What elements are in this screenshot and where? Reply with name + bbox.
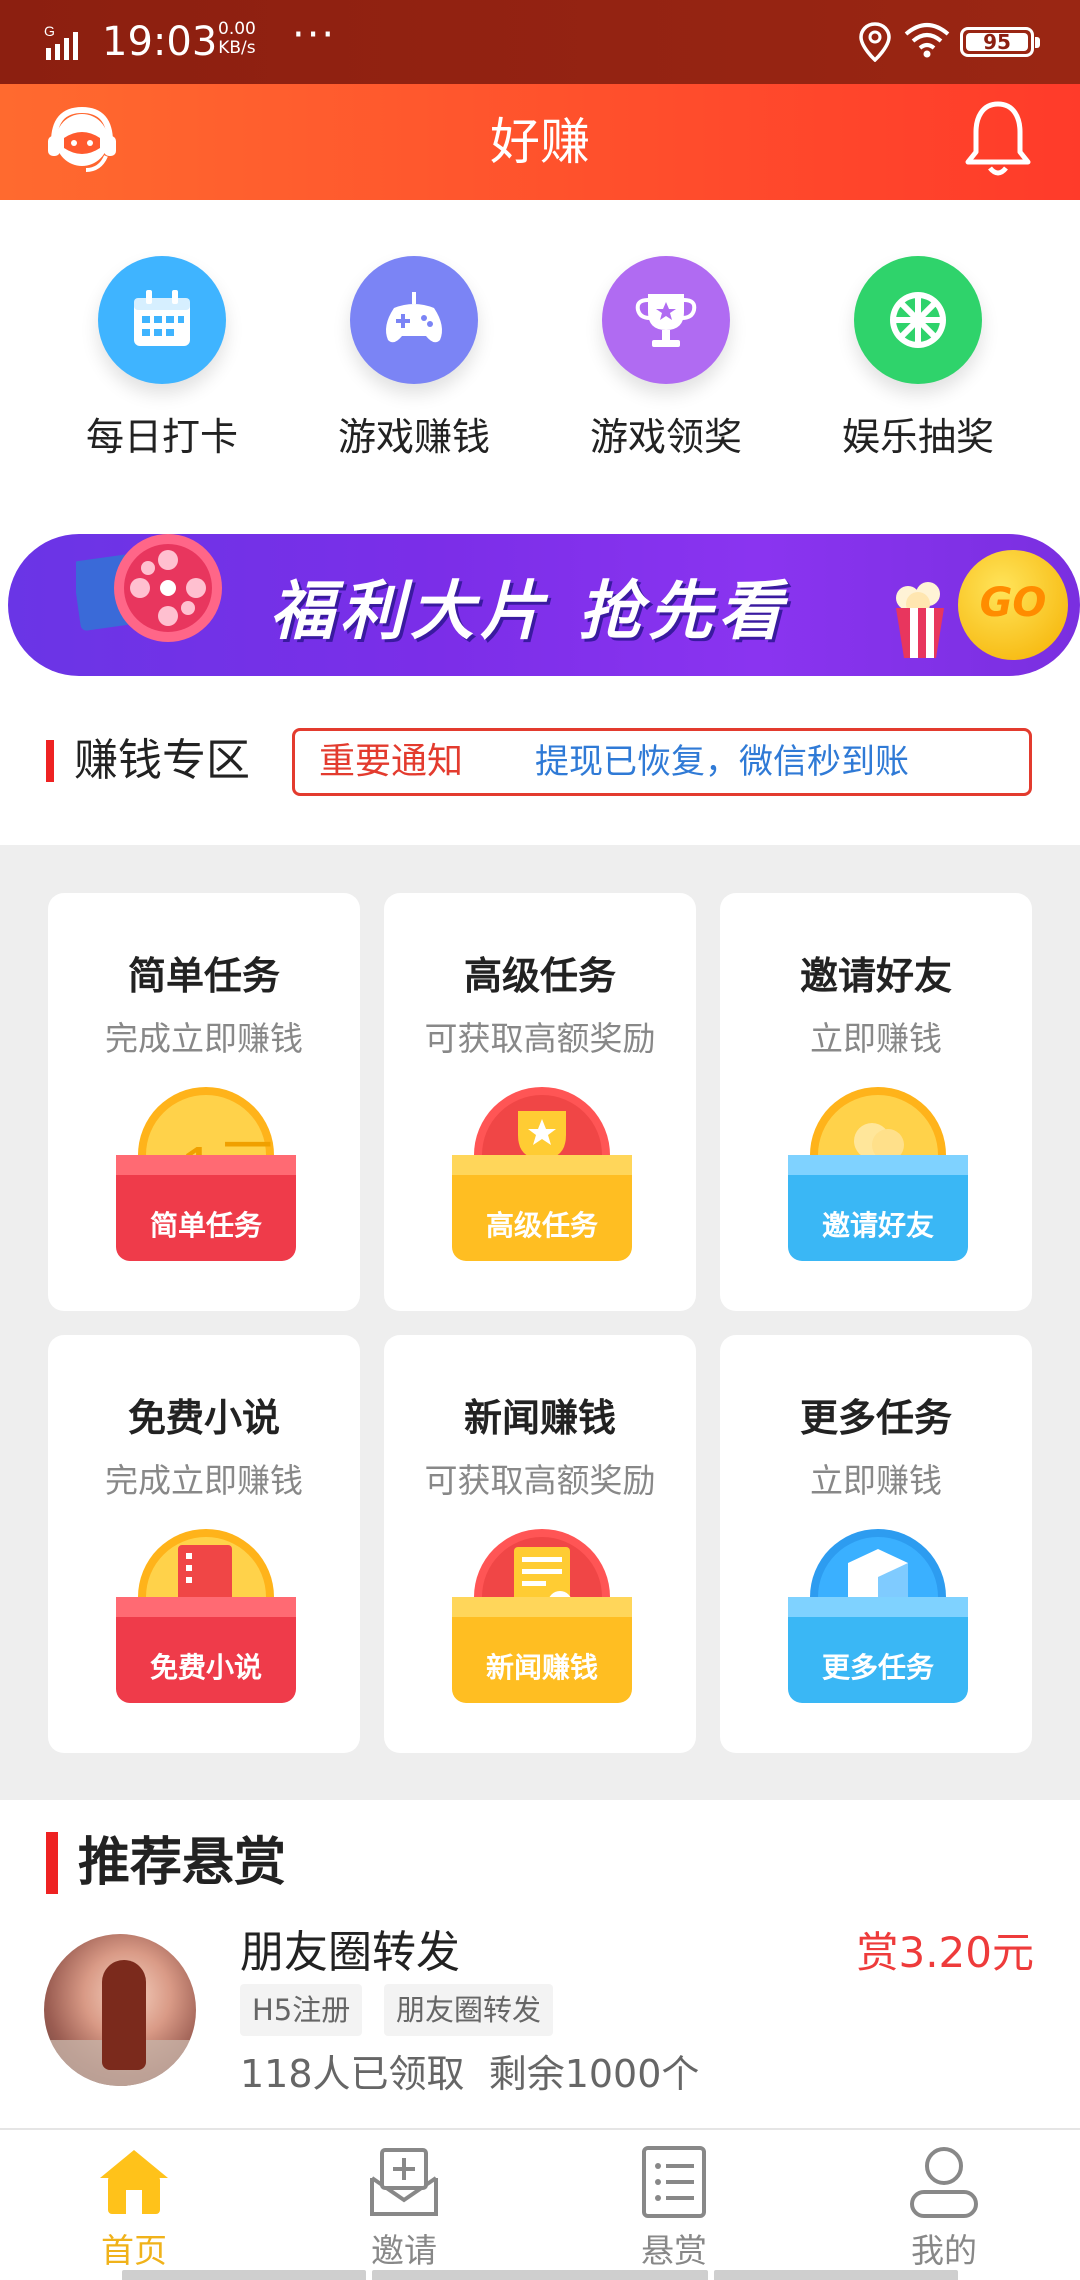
list-icon: [642, 2146, 706, 2218]
task-subtitle: 完成立即赚钱: [105, 1019, 303, 1058]
task-subtitle: 可获取高额奖励: [424, 1019, 656, 1058]
earn-zone-header: 赚钱专区 重要通知 提现已恢复，微信秒到账: [0, 710, 1080, 820]
film-reel-icon: [76, 534, 222, 642]
task-card-simple[interactable]: 简单任务 完成立即赚钱 1元 简单任务: [48, 893, 360, 1311]
home-icon: [100, 2150, 168, 2214]
badge-label: 更多任务: [822, 1652, 934, 1683]
bell-icon[interactable]: [960, 98, 1036, 182]
reward-item-name[interactable]: 朋友圈转发: [240, 1920, 460, 1986]
more-notifications: ···: [292, 12, 337, 58]
avatar: [44, 1934, 196, 2086]
task-subtitle: 可获取高额奖励: [424, 1461, 656, 1500]
tab-invite[interactable]: 邀请: [314, 2142, 494, 2272]
popcorn-icon: [896, 582, 944, 658]
claimed-count: 118人已领取: [240, 2052, 465, 2096]
badge-label: 简单任务: [150, 1209, 262, 1241]
task-title: 免费小说: [127, 1396, 280, 1440]
banner-text: 福利大片 抢先看: [270, 575, 789, 649]
task-subtitle: 立即赚钱: [810, 1019, 942, 1058]
reward-amount: 赏3.20元: [856, 1928, 1034, 1977]
bottom-nav: 首页 邀请 悬赏 我的: [0, 2128, 1080, 2280]
location-icon: [859, 22, 891, 62]
quick-actions: 每日打卡 游戏赚钱 游戏领奖 娱乐抽奖: [0, 200, 1080, 500]
earn-zone-title: 赚钱专区: [74, 735, 250, 786]
quick-action-game-prize[interactable]: 游戏领奖: [566, 256, 766, 461]
quick-action-label: 游戏领奖: [589, 415, 742, 459]
task-subtitle: 完成立即赚钱: [105, 1461, 303, 1500]
go-button[interactable]: GO: [958, 550, 1068, 660]
wheel-icon: [890, 292, 946, 348]
task-title: 新闻赚钱: [463, 1396, 616, 1440]
task-title: 邀请好友: [799, 954, 952, 998]
wifi-icon: [904, 23, 950, 58]
recommended-section: 推荐悬赏 朋友圈转发 赏3.20元 H5注册 朋友圈转发 118人已领取 剩余1…: [0, 1800, 1080, 2130]
task-subtitle: 立即赚钱: [810, 1461, 942, 1500]
task-card-advanced[interactable]: 高级任务 可获取高额奖励 高级任务: [384, 893, 696, 1311]
notice-message: 提现已恢复，微信秒到账: [535, 742, 909, 782]
gamepad-icon: [386, 292, 442, 343]
page-title: 好赚: [490, 113, 590, 171]
badge-label: 高级任务: [486, 1210, 598, 1241]
invite-icon: [370, 2148, 438, 2216]
reward-tag: H5注册: [240, 1984, 363, 2036]
gesture-handle: [714, 2270, 958, 2280]
notice-box[interactable]: 重要通知 提现已恢复，微信秒到账: [292, 728, 1032, 796]
task-card-novel[interactable]: 免费小说 完成立即赚钱 免费小说: [48, 1335, 360, 1753]
task-card-more[interactable]: 更多任务 立即赚钱 更多任务: [720, 1335, 1032, 1753]
status-bar: G 19:03 0.00 KB/s ··· 95: [0, 0, 1080, 84]
notice-tag: 重要通知: [319, 741, 464, 782]
quick-action-label: 娱乐抽奖: [841, 415, 994, 459]
go-label: GO: [979, 580, 1047, 626]
badge-label: 免费小说: [150, 1652, 262, 1683]
signal-icon: G: [44, 23, 78, 60]
remaining-count: 剩余1000个: [488, 2052, 700, 2096]
calendar-icon: [134, 290, 190, 346]
trophy-icon: [635, 294, 697, 347]
news-badge-icon: 新闻赚钱: [452, 1529, 632, 1703]
box-badge-icon: 更多任务: [788, 1529, 968, 1703]
promo-banner[interactable]: 福利大片 抢先看 GO: [8, 520, 1080, 680]
reward-tag: 朋友圈转发: [384, 1984, 554, 2036]
book-badge-icon: 免费小说: [116, 1529, 296, 1703]
badge-label: 邀请好友: [822, 1210, 934, 1241]
tab-label: 我的: [911, 2231, 977, 2270]
quick-action-label: 每日打卡: [85, 415, 238, 459]
task-title: 高级任务: [463, 954, 616, 998]
tab-rewards[interactable]: 悬赏: [584, 2142, 764, 2272]
task-title: 简单任务: [127, 954, 280, 998]
tab-home[interactable]: 首页: [44, 2142, 224, 2272]
quick-action-label: 游戏赚钱: [337, 415, 490, 459]
network-type: G: [44, 23, 55, 39]
section-marker: [46, 740, 54, 782]
network-speed: 0.00 KB/s: [218, 20, 256, 58]
reward-meta: 118人已领取 剩余1000个: [240, 2046, 699, 2102]
section-marker: [46, 1832, 58, 1894]
friends-badge-icon: 邀请好友: [788, 1087, 968, 1261]
speed-value: 0.00: [218, 19, 256, 39]
task-grid: 简单任务 完成立即赚钱 1元 简单任务 高级任务 可获取高额奖励 高级任务 邀请…: [0, 845, 1080, 1800]
recommended-title: 推荐悬赏: [78, 1833, 287, 1893]
task-card-news[interactable]: 新闻赚钱 可获取高额奖励 新闻赚钱: [384, 1335, 696, 1753]
task-title: 更多任务: [799, 1396, 952, 1440]
tab-label: 首页: [101, 2231, 167, 2270]
badge-label: 新闻赚钱: [486, 1652, 598, 1683]
app-bar: 好赚: [0, 84, 1080, 200]
quick-action-daily-checkin[interactable]: 每日打卡: [62, 256, 262, 461]
tab-profile[interactable]: 我的: [854, 2142, 1034, 2272]
task-card-invite[interactable]: 邀请好友 立即赚钱 邀请好友: [720, 893, 1032, 1311]
clock: 19:03: [102, 19, 218, 65]
speed-unit: KB/s: [218, 38, 256, 58]
profile-icon: [910, 2147, 978, 2218]
battery-level: 95: [983, 30, 1011, 54]
gesture-handle: [372, 2270, 708, 2280]
gesture-handle: [122, 2270, 366, 2280]
tab-label: 悬赏: [641, 2231, 707, 2270]
quick-action-lottery[interactable]: 娱乐抽奖: [818, 256, 1018, 461]
quick-action-game-earn[interactable]: 游戏赚钱: [314, 256, 514, 461]
trophy-badge-icon: 高级任务: [452, 1087, 632, 1261]
coin-badge-icon: 1元 简单任务: [116, 1087, 296, 1261]
tab-label: 邀请: [371, 2231, 437, 2270]
battery-icon: 95: [960, 27, 1040, 57]
